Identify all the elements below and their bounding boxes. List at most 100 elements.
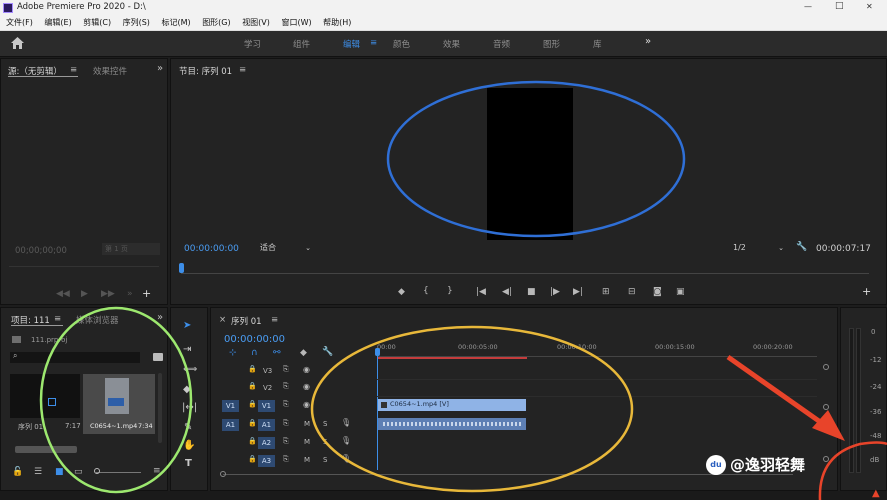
source-patch-v1[interactable]: V1: [222, 400, 239, 412]
lock-track-icon[interactable]: 🔒: [248, 401, 257, 408]
workspace-overflow-icon[interactable]: »: [645, 36, 651, 47]
zoom-slider-handle[interactable]: [94, 468, 100, 474]
menu-graphics[interactable]: 图形(G): [202, 16, 230, 30]
solo-button[interactable]: S: [323, 456, 327, 464]
slip-tool-icon[interactable]: |↔|: [182, 402, 197, 413]
microphone-icon[interactable]: 🎙: [341, 455, 351, 463]
lock-track-icon[interactable]: 🔒: [248, 366, 257, 373]
source-extra-icon[interactable]: »: [127, 290, 133, 299]
timeline-title[interactable]: 序列 01: [231, 315, 262, 327]
close-button[interactable]: ✕: [866, 2, 873, 11]
program-menu-icon[interactable]: ≡: [239, 65, 246, 75]
pen-tool-icon[interactable]: ✎: [184, 422, 192, 433]
lock-track-icon[interactable]: 🔒: [248, 438, 257, 445]
icon-view-icon[interactable]: ■: [55, 468, 64, 477]
minimize-button[interactable]: —: [804, 2, 812, 11]
project-item-sequence[interactable]: 序列 01 7:17: [10, 374, 81, 434]
workspace-tab-libraries[interactable]: 库: [593, 38, 602, 50]
menu-file[interactable]: 文件(F): [6, 16, 33, 30]
workspace-menu-icon[interactable]: ≡: [370, 38, 377, 48]
eye-icon[interactable]: ◉: [303, 383, 310, 391]
sync-lock-icon[interactable]: ⎘: [283, 366, 289, 373]
sync-lock-icon[interactable]: ⎘: [283, 383, 289, 390]
project-settings-icon[interactable]: ≡: [153, 467, 161, 476]
workspace-tab-audio[interactable]: 音频: [493, 38, 510, 50]
lift-icon[interactable]: ⊞: [602, 288, 610, 297]
workspace-tab-color[interactable]: 颜色: [393, 38, 410, 50]
maximize-button[interactable]: □: [835, 1, 844, 11]
program-fit-select[interactable]: 适合 ⌄: [257, 242, 315, 254]
sync-lock-icon[interactable]: ⎘: [283, 401, 289, 408]
home-icon[interactable]: [11, 37, 24, 49]
stop-icon[interactable]: ■: [527, 288, 536, 297]
timeline-settings-wrench-icon[interactable]: 🔧: [322, 348, 333, 357]
track-select-tool-icon[interactable]: ⇥: [183, 344, 191, 355]
mark-out-icon[interactable]: }: [447, 287, 453, 296]
list-view-icon[interactable]: ☰: [34, 468, 42, 477]
mark-in-icon[interactable]: {: [423, 287, 429, 296]
linked-selection-icon[interactable]: ⚯: [273, 349, 281, 358]
menu-clip[interactable]: 剪辑(C): [83, 16, 111, 30]
source-patch-a1[interactable]: A1: [222, 419, 239, 431]
microphone-icon[interactable]: 🎙: [341, 419, 351, 427]
step-back-icon[interactable]: ◀|: [502, 288, 512, 297]
mute-button[interactable]: M: [304, 438, 310, 446]
effect-controls-tab[interactable]: 效果控件: [93, 65, 127, 77]
program-scrub-bar[interactable]: [181, 273, 869, 274]
project-item-clip[interactable]: C0654~1.mp4 7:34: [83, 374, 155, 434]
menu-marker[interactable]: 标记(M): [161, 16, 190, 30]
project-horizontal-scrollbar[interactable]: [15, 446, 77, 453]
workspace-tab-learn[interactable]: 学习: [244, 38, 261, 50]
add-marker-icon[interactable]: ◆: [398, 288, 405, 297]
source-overflow-icon[interactable]: »: [157, 63, 163, 74]
source-menu-icon[interactable]: ≡: [70, 65, 77, 75]
extract-icon[interactable]: ⊟: [628, 288, 636, 297]
workspace-tab-assembly[interactable]: 组件: [293, 38, 310, 50]
source-page-select[interactable]: 第 1 页: [102, 243, 160, 255]
mute-button[interactable]: M: [304, 456, 310, 464]
workspace-tab-graphics[interactable]: 图形: [543, 38, 560, 50]
menu-view[interactable]: 视图(V): [242, 16, 270, 30]
project-vertical-scrollbar[interactable]: [158, 373, 162, 443]
work-area-bar[interactable]: [377, 357, 527, 359]
go-to-out-icon[interactable]: ▶|: [573, 288, 583, 297]
add-marker-icon[interactable]: ◆: [300, 349, 307, 358]
type-tool-icon[interactable]: T: [185, 458, 192, 469]
microphone-icon[interactable]: 🎙: [341, 437, 351, 445]
project-overflow-icon[interactable]: »: [157, 312, 163, 323]
timeline-playhead-marker[interactable]: [375, 348, 380, 356]
hand-tool-icon[interactable]: ✋: [183, 440, 195, 451]
sync-lock-icon[interactable]: ⎘: [283, 420, 289, 427]
nest-sequence-icon[interactable]: ⊹: [229, 349, 237, 358]
ripple-edit-tool-icon[interactable]: ⟺: [183, 364, 197, 375]
mute-button[interactable]: M: [304, 420, 310, 428]
workspace-tab-editing[interactable]: 编辑: [343, 38, 360, 50]
menu-help[interactable]: 帮助(H): [323, 16, 351, 30]
source-scrub-bar[interactable]: [9, 266, 159, 267]
solo-button[interactable]: S: [323, 438, 327, 446]
timeline-vertical-scroll-bottom[interactable]: [823, 404, 829, 410]
lock-track-icon[interactable]: 🔒: [248, 420, 257, 427]
program-add-button[interactable]: +: [862, 286, 871, 297]
timeline-horizontal-scrollbar[interactable]: [223, 474, 793, 475]
program-playhead-timecode[interactable]: 00:00:00:00: [184, 244, 239, 254]
program-resolution-select[interactable]: 1/2 ⌄: [730, 242, 788, 254]
step-forward-icon[interactable]: |▶: [550, 288, 560, 297]
razor-tool-icon[interactable]: ◆: [183, 384, 191, 395]
source-add-button[interactable]: +: [142, 288, 151, 299]
timeline-vertical-scroll-top[interactable]: [823, 364, 829, 370]
source-step-forward-icon[interactable]: ▶▶: [101, 290, 115, 299]
freeform-view-icon[interactable]: ▭: [74, 468, 83, 477]
zoom-slider[interactable]: [96, 472, 141, 473]
wrench-icon[interactable]: 🔧: [796, 243, 807, 252]
track-a1-label[interactable]: A1: [258, 419, 275, 431]
lock-icon[interactable]: 🔓: [12, 468, 23, 477]
source-play-icon[interactable]: ▶: [81, 290, 88, 299]
timeline-menu-icon[interactable]: ≡: [271, 315, 278, 325]
snap-icon[interactable]: ∩: [251, 349, 258, 358]
program-playhead-marker[interactable]: [179, 263, 184, 273]
lock-track-icon[interactable]: 🔒: [248, 383, 257, 390]
menu-sequence[interactable]: 序列(S): [123, 16, 150, 30]
sync-lock-icon[interactable]: ⎘: [283, 456, 289, 463]
timeline-audio-scroll-top[interactable]: [823, 418, 829, 424]
